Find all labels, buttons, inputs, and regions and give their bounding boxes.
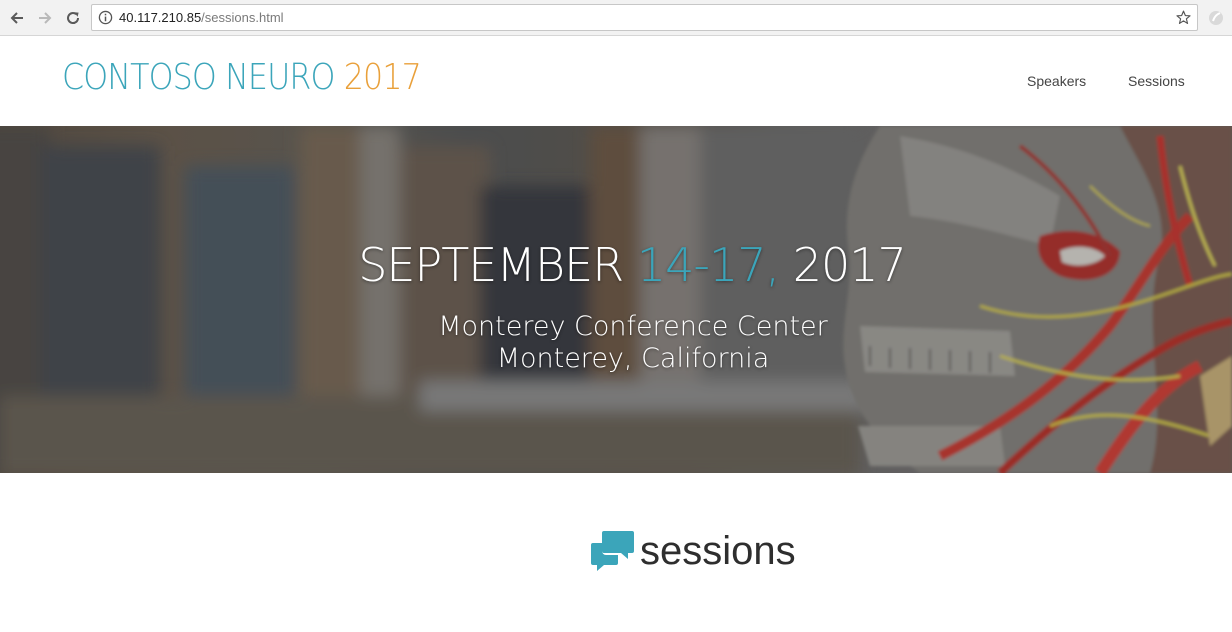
chat-bubbles-icon (591, 531, 634, 571)
url-text[interactable]: 40.117.210.85/sessions.html (119, 10, 284, 25)
bookmark-star-icon[interactable] (1175, 9, 1192, 26)
forward-arrow-icon (39, 12, 52, 24)
venue-name: Monterey Conference Center (438, 311, 828, 342)
forward-button[interactable] (34, 7, 56, 29)
extension-icon[interactable] (1206, 8, 1226, 28)
reload-button[interactable] (62, 7, 84, 29)
browser-toolbar: 40.117.210.85/sessions.html (0, 0, 1232, 36)
address-bar[interactable]: 40.117.210.85/sessions.html (91, 4, 1198, 31)
logo-year: 2017 (343, 57, 422, 98)
url-host: 40.117.210.85 (119, 10, 202, 25)
back-button[interactable] (6, 7, 28, 29)
logo-name: CONTOSO NEURO (62, 57, 344, 98)
nav-speakers-link[interactable]: Speakers (1027, 73, 1086, 89)
hero-banner: SEPTEMBER 14-17, 2017 Monterey Conferenc… (0, 126, 1232, 473)
sessions-heading: sessions (590, 526, 796, 576)
event-dates: SEPTEMBER 14-17, 2017 (0, 238, 1232, 292)
site-header: CONTOSO NEURO 2017 Speakers Sessions (0, 37, 1232, 126)
back-arrow-icon (10, 12, 23, 24)
event-days: 14-17, (636, 238, 780, 292)
url-path: /sessions.html (201, 10, 284, 25)
site-logo[interactable]: CONTOSO NEURO 2017 (62, 56, 422, 100)
event-month: SEPTEMBER (358, 238, 637, 292)
event-venue: Monterey Conference Center Monterey, Cal… (0, 311, 1232, 375)
reload-icon (67, 12, 80, 24)
page-title: sessions (640, 529, 796, 573)
venue-location: Monterey, California (496, 343, 770, 374)
nav-sessions-link[interactable]: Sessions (1128, 73, 1185, 89)
info-icon[interactable] (98, 10, 113, 25)
hero-background-image (0, 126, 1232, 473)
event-year: 2017 (779, 238, 907, 292)
